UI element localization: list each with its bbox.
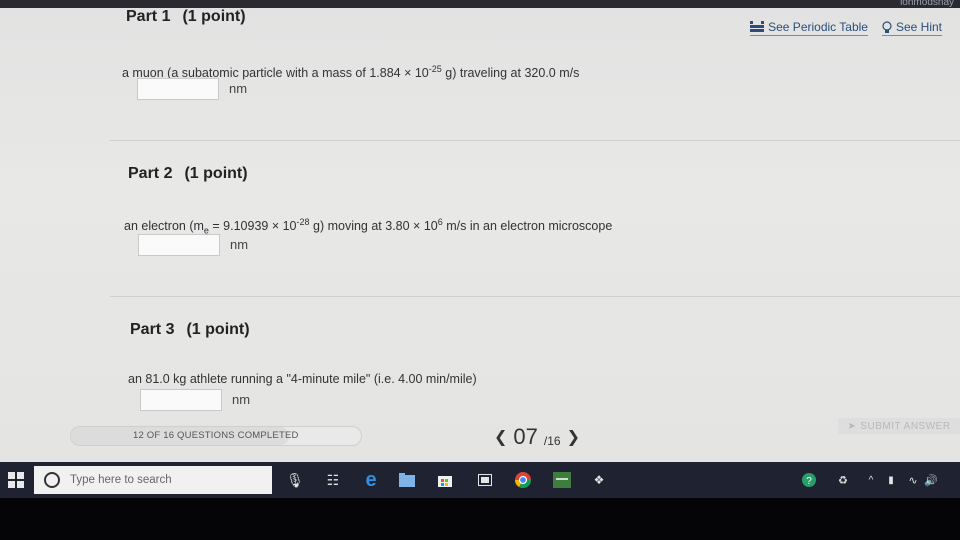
part-2-exponent-mass: -28 xyxy=(296,217,310,227)
part-2-question-text-d: m/s in an electron microscope xyxy=(442,219,613,234)
part-3-heading: Part 3 xyxy=(130,321,175,338)
windows-taskbar: Type here to search 🎙 ☷ e ❖ ? ♻ ^ ▮ ∿ 🔊 xyxy=(0,462,960,498)
part-3-answer-input[interactable] xyxy=(140,389,222,411)
wifi-icon[interactable]: ∿ xyxy=(904,471,922,489)
submit-answer-button[interactable]: ➤ SUBMIT ANSWER xyxy=(838,418,960,434)
store-icon[interactable] xyxy=(436,471,454,489)
see-periodic-table-label: See Periodic Table xyxy=(768,20,868,34)
edge-browser-icon[interactable]: e xyxy=(362,469,380,491)
part-1-title: Part 1 (1 point) xyxy=(126,8,258,26)
search-placeholder: Type here to search xyxy=(70,474,172,486)
chevron-up-icon[interactable]: ^ xyxy=(862,471,880,489)
part-2-question-text-c: g) moving at 3.80 × 10 xyxy=(309,219,438,234)
see-hint-label: See Hint xyxy=(895,20,942,34)
part-3-unit: nm xyxy=(232,392,251,407)
windows-start-icon[interactable] xyxy=(8,472,24,488)
part-2-title: Part 2 (1 point) xyxy=(128,165,260,183)
part-2-question-text-a: an electron (m xyxy=(124,219,204,234)
top-bar: ionmodsnay xyxy=(0,0,960,8)
top-right-text: ionmodsnay xyxy=(900,0,954,8)
divider xyxy=(110,296,960,297)
part-1-heading: Part 1 xyxy=(126,8,171,25)
see-periodic-table-link[interactable]: See Periodic Table xyxy=(750,20,868,36)
help-icon[interactable]: ? xyxy=(800,471,818,489)
divider xyxy=(110,140,960,141)
part-1-answer-input[interactable] xyxy=(137,78,219,100)
next-question-button[interactable]: ❯ xyxy=(567,427,580,447)
part-2-question-text-b: = 9.10939 × 10 xyxy=(208,219,297,234)
previous-question-button[interactable]: ❮ xyxy=(494,427,507,447)
total-questions: /16 xyxy=(543,434,561,448)
task-view-icon[interactable]: ☷ xyxy=(324,471,342,489)
taskbar-search-box[interactable]: Type here to search xyxy=(34,466,272,494)
svg-text:?: ? xyxy=(806,476,812,487)
part-3-points: (1 point) xyxy=(186,321,250,338)
browser-content: ionmodsnay See Periodic Table See Hint P… xyxy=(0,0,960,462)
part-2-heading: Part 2 xyxy=(128,165,173,182)
app-thumbnail-icon[interactable] xyxy=(552,471,572,489)
file-explorer-icon[interactable] xyxy=(398,471,416,489)
progress-bar: 12 OF 16 QUESTIONS COMPLETED xyxy=(70,426,362,446)
part-2-unit: nm xyxy=(230,237,249,252)
part-3-question: an 81.0 kg athlete running a "4-minute m… xyxy=(128,372,477,386)
app-icon[interactable]: ❖ xyxy=(590,471,608,489)
people-icon[interactable]: ♻ xyxy=(834,471,852,489)
part-1-exponent: -25 xyxy=(428,64,442,74)
part-1-points: (1 point) xyxy=(182,8,246,25)
volume-icon[interactable]: 🔊 xyxy=(922,471,940,489)
lightbulb-icon xyxy=(882,20,892,33)
part-2-answer-input[interactable] xyxy=(138,234,220,256)
see-hint-link[interactable]: See Hint xyxy=(881,20,942,36)
part-2-question: an electron (me = 9.10939 × 10-28 g) mov… xyxy=(124,217,612,236)
periodic-table-icon xyxy=(750,21,765,32)
submit-answer-label: SUBMIT ANSWER xyxy=(860,420,951,432)
part-1-unit: nm xyxy=(229,81,248,96)
submit-icon: ➤ xyxy=(847,420,857,432)
chrome-icon[interactable] xyxy=(514,471,532,489)
current-question-number: 07 xyxy=(513,424,538,449)
app-window-icon[interactable] xyxy=(476,471,494,489)
monitor-bezel xyxy=(0,498,960,540)
microphone-icon[interactable]: 🎙 xyxy=(286,471,304,489)
progress-label: 12 OF 16 QUESTIONS COMPLETED xyxy=(133,430,299,441)
part-2-points: (1 point) xyxy=(184,165,248,182)
cortana-icon xyxy=(44,472,60,488)
part-1-question-text-b: g) traveling at 320.0 m/s xyxy=(441,66,580,81)
part-3-title: Part 3 (1 point) xyxy=(130,321,262,339)
question-pager: ❮ 07 /16 ❯ xyxy=(494,424,580,450)
tools-bar: See Periodic Table See Hint xyxy=(750,20,942,36)
battery-icon[interactable]: ▮ xyxy=(882,471,900,489)
